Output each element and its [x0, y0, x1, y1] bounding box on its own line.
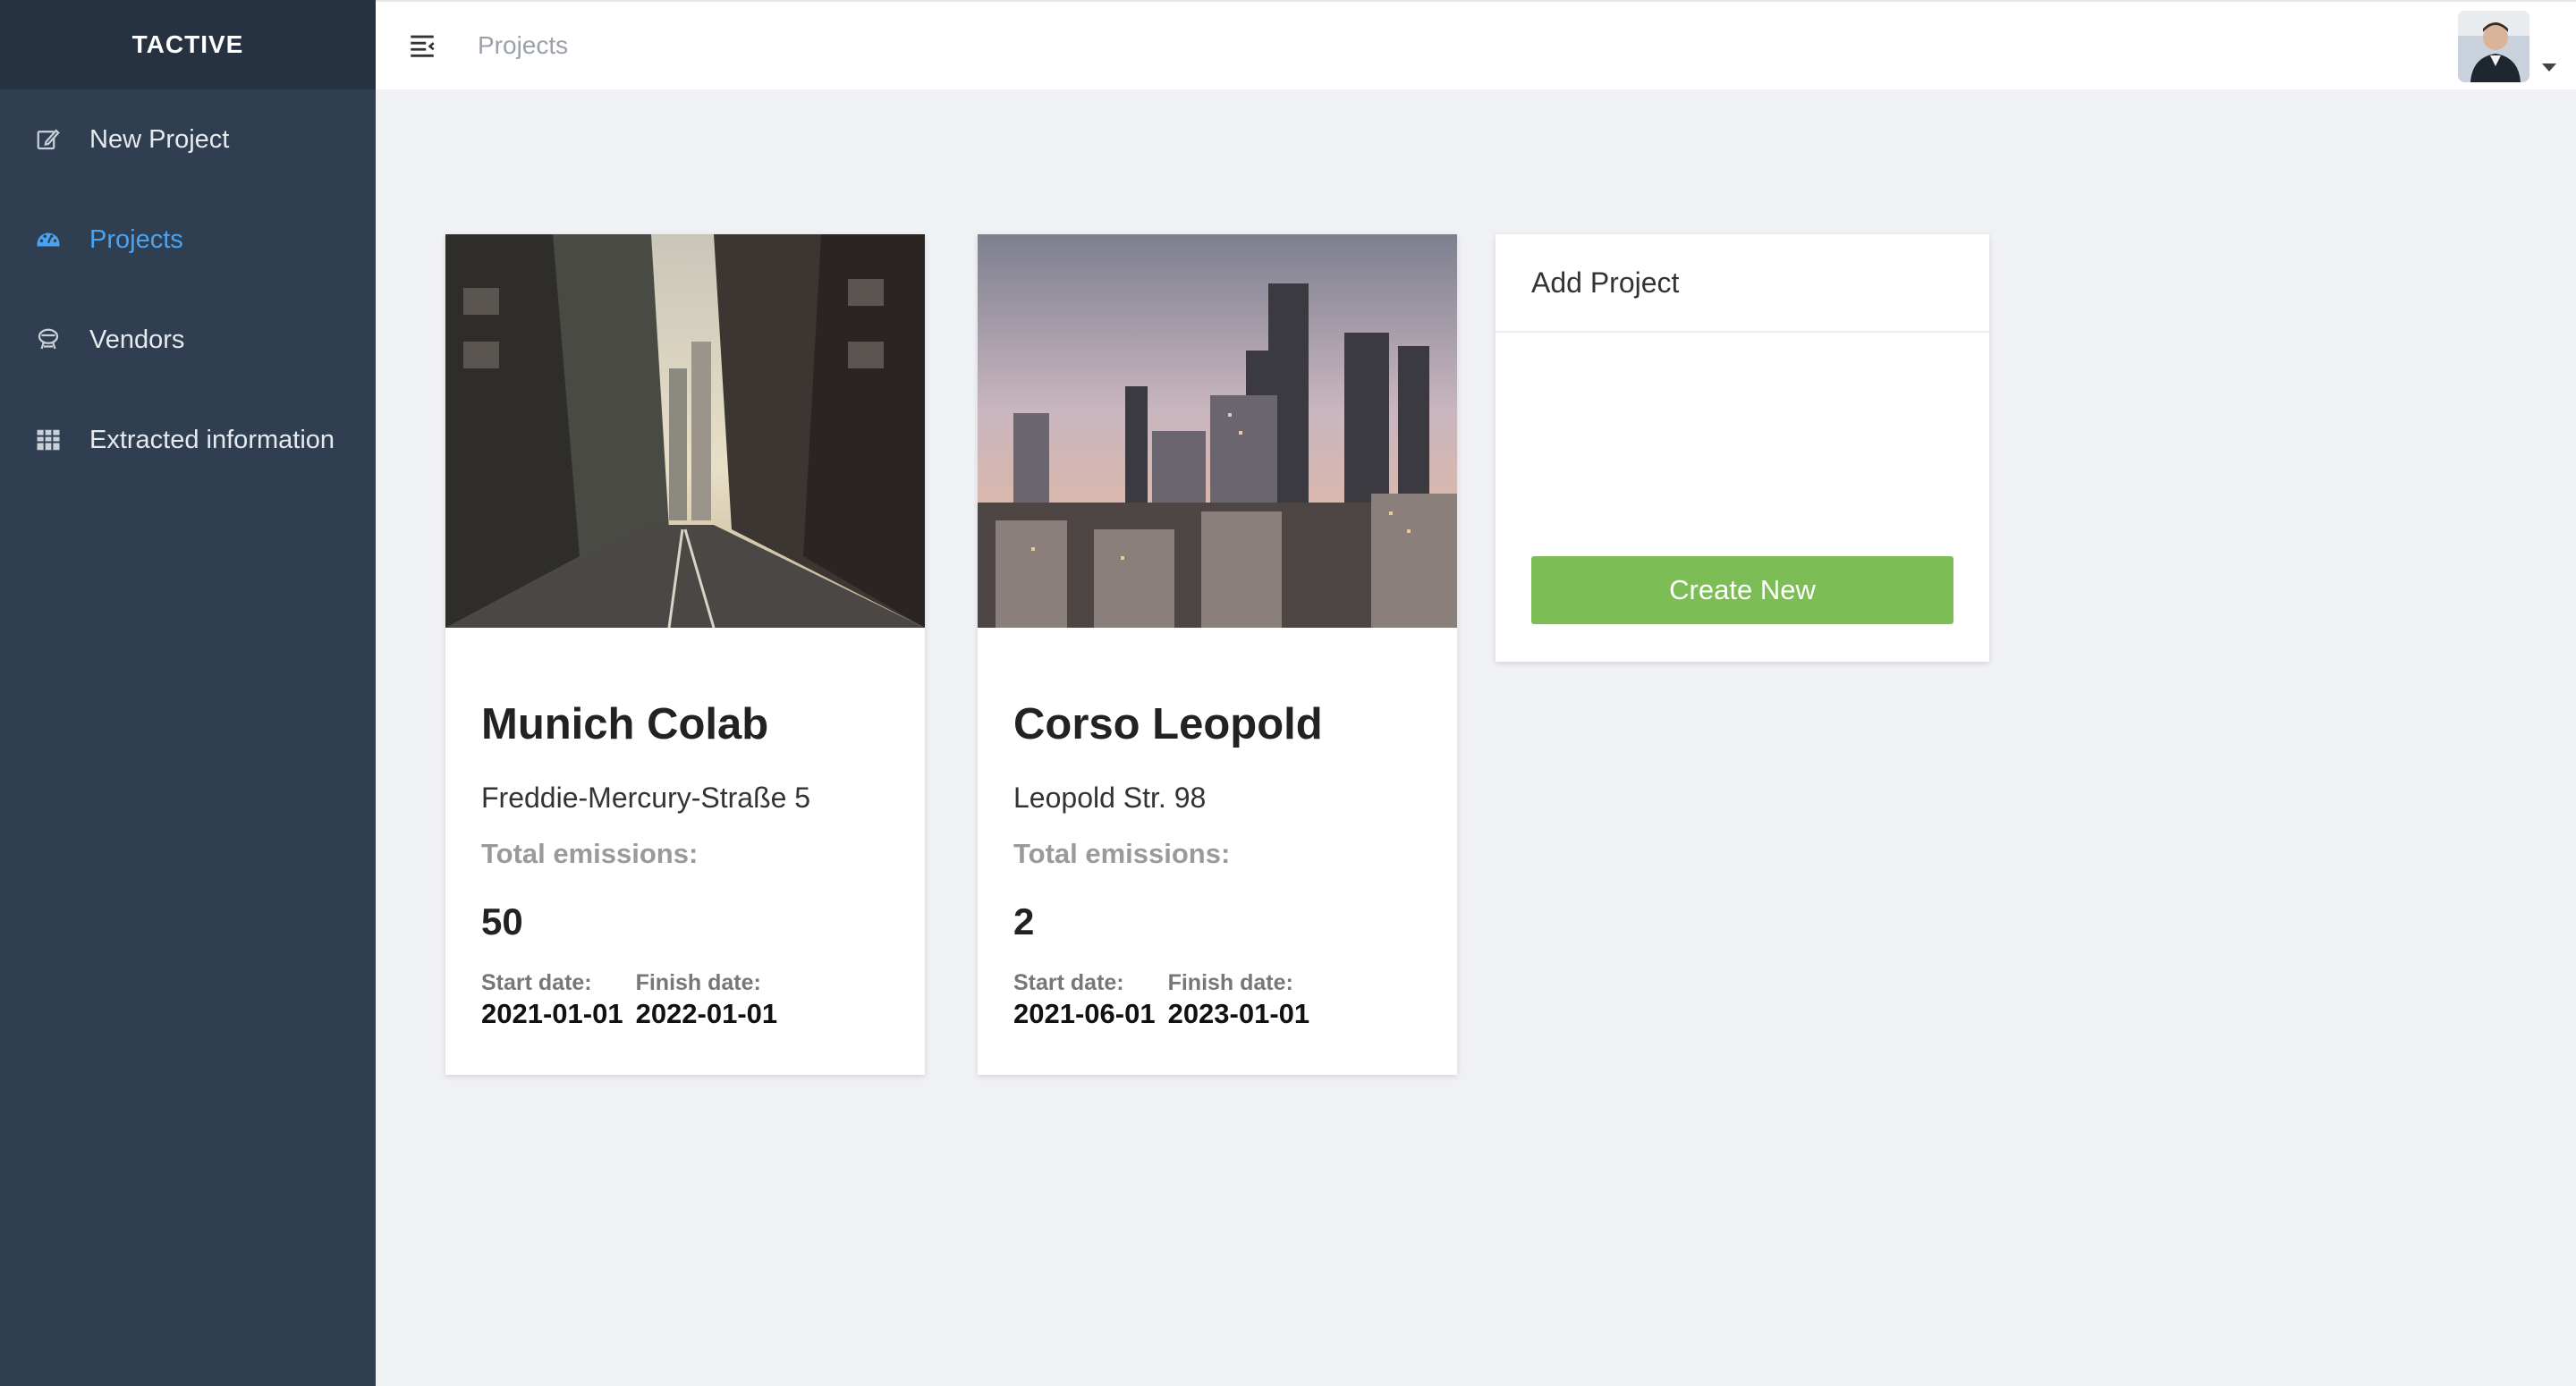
- start-date-label: Start date:: [481, 970, 592, 995]
- sidebar: TACTIVE New Project Projects Vendors Ext…: [0, 0, 376, 1386]
- project-image: [445, 234, 925, 628]
- vendor-icon: [34, 325, 63, 354]
- sidebar-item-label: Projects: [89, 224, 183, 254]
- emissions-value: 50: [481, 900, 523, 942]
- dashboard-icon: [34, 225, 63, 254]
- emissions-value: 2: [1013, 900, 1035, 942]
- emissions-label: Total emissions:: [481, 838, 699, 869]
- menu-toggle-icon[interactable]: [404, 28, 440, 63]
- brand-logo[interactable]: TACTIVE: [0, 0, 376, 89]
- project-card[interactable]: Munich Colab Freddie-Mercury-Straße 5 To…: [445, 234, 925, 1075]
- project-address: Leopold Str. 98: [1013, 782, 1207, 814]
- finish-date-label: Finish date:: [1167, 970, 1293, 995]
- start-date-label: Start date:: [1013, 970, 1124, 995]
- emissions-label: Total emissions:: [1013, 838, 1231, 869]
- project-title: Munich Colab: [481, 700, 769, 748]
- add-project-title: Add Project: [1496, 234, 1989, 333]
- project-address: Freddie-Mercury-Straße 5: [481, 782, 811, 814]
- grid-icon: [34, 426, 63, 454]
- avatar[interactable]: [2458, 11, 2529, 82]
- user-menu[interactable]: [2458, 11, 2556, 82]
- sidebar-item-label: Vendors: [89, 325, 185, 354]
- project-dates: Start date: 2021-06-01 Finish date: 2023…: [1013, 970, 1421, 1030]
- finish-date-label: Finish date:: [635, 970, 761, 995]
- edit-icon: [34, 125, 63, 154]
- start-date-value: 2021-06-01: [1013, 998, 1156, 1029]
- project-image: [978, 234, 1457, 628]
- sidebar-item-label: Extracted information: [89, 425, 335, 454]
- sidebar-item-vendors[interactable]: Vendors: [0, 290, 376, 390]
- add-project-card: Add Project Create New: [1496, 234, 1989, 662]
- top-header: Projects: [376, 0, 2576, 89]
- breadcrumb[interactable]: Projects: [478, 31, 568, 60]
- create-new-button[interactable]: Create New: [1531, 556, 1953, 624]
- sidebar-item-new-project[interactable]: New Project: [0, 89, 376, 190]
- project-dates: Start date: 2021-01-01 Finish date: 2022…: [481, 970, 889, 1030]
- sidebar-item-extracted-information[interactable]: Extracted information: [0, 390, 376, 490]
- sidebar-item-projects[interactable]: Projects: [0, 190, 376, 290]
- project-title: Corso Leopold: [1013, 700, 1323, 748]
- chevron-down-icon[interactable]: [2542, 63, 2556, 72]
- project-card[interactable]: Corso Leopold Leopold Str. 98 Total emis…: [978, 234, 1457, 1075]
- start-date-value: 2021-01-01: [481, 998, 623, 1029]
- sidebar-item-label: New Project: [89, 124, 230, 154]
- finish-date-value: 2022-01-01: [635, 998, 778, 1029]
- finish-date-value: 2023-01-01: [1167, 998, 1310, 1029]
